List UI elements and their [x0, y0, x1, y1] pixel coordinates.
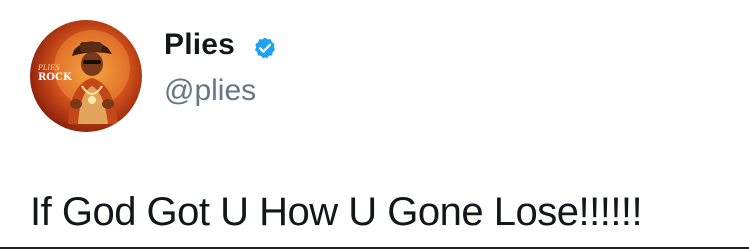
- avatar-image: PLIES ROCK: [37, 30, 130, 124]
- tweet-text: If God Got U How U Gone Lose!!!!!!: [30, 190, 643, 234]
- verified-badge-icon: [253, 36, 277, 60]
- avatar[interactable]: PLIES ROCK: [30, 20, 142, 132]
- avatar-logo-line2: ROCK: [38, 72, 72, 83]
- user-handle[interactable]: @plies: [164, 74, 256, 108]
- tweet-card: PLIES ROCK Plies @plies If God Got U How…: [0, 0, 749, 249]
- avatar-logo-line1: PLIES: [37, 64, 60, 72]
- display-name[interactable]: Plies: [164, 28, 235, 62]
